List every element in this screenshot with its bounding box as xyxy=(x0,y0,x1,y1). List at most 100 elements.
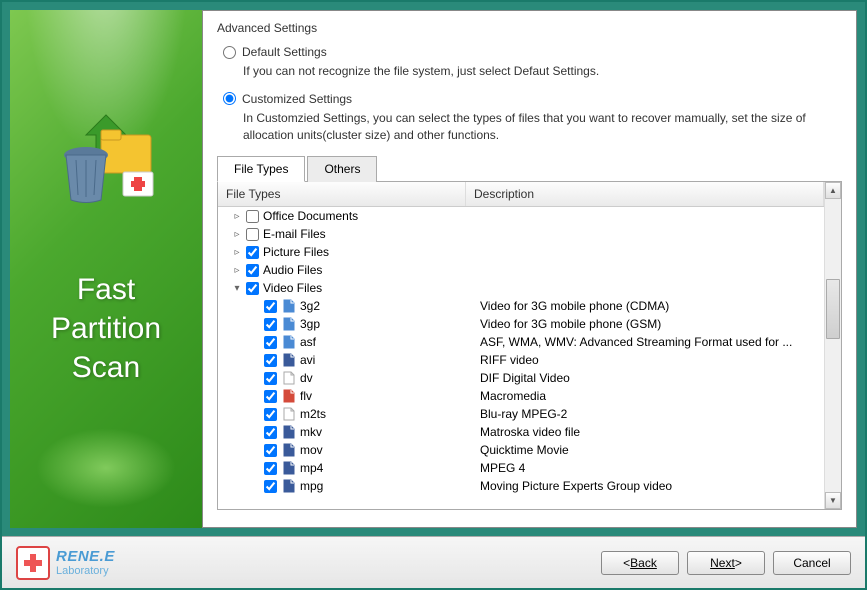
expander-icon[interactable]: ▹ xyxy=(232,229,242,240)
file-icon xyxy=(281,299,297,313)
file-desc: Moving Picture Experts Group video xyxy=(480,479,672,493)
tabs: File Types Others xyxy=(217,155,842,182)
file-ext: 3gp xyxy=(300,317,320,331)
category-checkbox[interactable] xyxy=(246,246,259,259)
file-ext: 3g2 xyxy=(300,299,320,313)
col-header-desc[interactable]: Description xyxy=(466,182,824,206)
file-icon xyxy=(281,461,297,475)
file-type-checkbox[interactable] xyxy=(264,408,277,421)
file-type-checkbox[interactable] xyxy=(264,462,277,475)
file-type-row[interactable]: 3gpVideo for 3G mobile phone (GSM) xyxy=(218,315,824,333)
file-type-checkbox[interactable] xyxy=(264,426,277,439)
sidebar-title: Fast Partition Scan xyxy=(10,270,202,387)
customized-settings-radio[interactable] xyxy=(223,92,236,105)
category-checkbox[interactable] xyxy=(246,228,259,241)
medical-kit-icon xyxy=(123,172,153,196)
file-type-row[interactable]: mp4MPEG 4 xyxy=(218,459,824,477)
content-panel: Advanced Settings Default Settings If yo… xyxy=(202,10,857,528)
category-checkbox[interactable] xyxy=(246,210,259,223)
default-settings-label: Default Settings xyxy=(242,45,327,59)
file-icon xyxy=(281,371,297,385)
category-row[interactable]: ▹E-mail Files xyxy=(218,225,824,243)
category-checkbox[interactable] xyxy=(246,282,259,295)
sidebar-title-line2: Partition xyxy=(10,309,202,348)
file-icon xyxy=(281,317,297,331)
file-desc: Blu-ray MPEG-2 xyxy=(480,407,567,421)
file-type-checkbox[interactable] xyxy=(264,300,277,313)
file-type-row[interactable]: flvMacromedia xyxy=(218,387,824,405)
next-button[interactable]: Next> xyxy=(687,551,765,575)
tab-file-types[interactable]: File Types xyxy=(217,156,305,182)
category-row[interactable]: ▹ Picture Files xyxy=(218,243,824,261)
default-settings-radio[interactable] xyxy=(223,46,236,59)
file-type-row[interactable]: dv DIF Digital Video xyxy=(218,369,824,387)
back-button[interactable]: <Back xyxy=(601,551,679,575)
category-name: Audio Files xyxy=(263,263,322,277)
scroll-thumb[interactable] xyxy=(826,279,840,339)
default-settings-radio-row[interactable]: Default Settings xyxy=(223,45,842,59)
category-row[interactable]: ▾ Video Files xyxy=(218,279,824,297)
tree-inner: File Types Description ▹ Office Documents… xyxy=(218,182,824,509)
tree-header: File Types Description xyxy=(218,182,824,207)
file-type-row[interactable]: mkv Matroska video file xyxy=(218,423,824,441)
expander-icon[interactable]: ▾ xyxy=(232,283,242,294)
sidebar: Fast Partition Scan xyxy=(10,10,202,528)
file-ext: mkv xyxy=(300,425,322,439)
file-desc: DIF Digital Video xyxy=(480,371,570,385)
trash-icon xyxy=(64,147,108,203)
section-title: Advanced Settings xyxy=(217,21,842,35)
file-icon xyxy=(281,353,297,367)
file-desc: Video for 3G mobile phone (CDMA) xyxy=(480,299,669,313)
file-type-checkbox[interactable] xyxy=(264,318,277,331)
file-type-row[interactable]: mpgMoving Picture Experts Group video xyxy=(218,477,824,495)
window: Fast Partition Scan Advanced Settings De… xyxy=(0,0,867,590)
file-ext: dv xyxy=(300,371,313,385)
file-icon xyxy=(281,479,297,493)
file-desc: RIFF video xyxy=(480,353,539,367)
category-row[interactable]: ▹ Audio Files xyxy=(218,261,824,279)
category-name: Picture Files xyxy=(263,245,329,259)
tree-wrap: File Types Description ▹ Office Documents… xyxy=(217,182,842,510)
file-desc: Matroska video file xyxy=(480,425,580,439)
category-name: Video Files xyxy=(263,281,322,295)
customized-settings-label: Customized Settings xyxy=(242,92,352,106)
file-type-row[interactable]: 3g2 Video for 3G mobile phone (CDMA) xyxy=(218,297,824,315)
file-desc: ASF, WMA, WMV: Advanced Streaming Format… xyxy=(480,335,792,349)
cancel-button[interactable]: Cancel xyxy=(773,551,851,575)
sidebar-title-line3: Scan xyxy=(10,348,202,387)
file-type-checkbox[interactable] xyxy=(264,390,277,403)
category-row[interactable]: ▹ Office Documents xyxy=(218,207,824,225)
file-type-row[interactable]: m2tsBlu-ray MPEG-2 xyxy=(218,405,824,423)
logo-icon xyxy=(16,546,50,580)
file-icon xyxy=(281,425,297,439)
expander-icon[interactable]: ▹ xyxy=(232,265,242,276)
scroll-up-button[interactable]: ▲ xyxy=(825,182,841,199)
file-icon xyxy=(281,443,297,457)
tab-others[interactable]: Others xyxy=(307,156,377,182)
sidebar-title-line1: Fast xyxy=(10,270,202,309)
scrollbar[interactable]: ▲ ▼ xyxy=(824,182,841,509)
customized-settings-radio-row[interactable]: Customized Settings xyxy=(223,92,842,106)
expander-icon[interactable]: ▹ xyxy=(232,211,242,222)
category-checkbox[interactable] xyxy=(246,264,259,277)
file-type-checkbox[interactable] xyxy=(264,480,277,493)
file-type-row[interactable]: movQuicktime Movie xyxy=(218,441,824,459)
file-type-row[interactable]: aviRIFF video xyxy=(218,351,824,369)
file-type-checkbox[interactable] xyxy=(264,444,277,457)
file-icon xyxy=(281,407,297,421)
file-type-checkbox[interactable] xyxy=(264,336,277,349)
expander-icon[interactable]: ▹ xyxy=(232,247,242,258)
file-type-checkbox[interactable] xyxy=(264,372,277,385)
footer-buttons: <Back Next> Cancel xyxy=(601,551,851,575)
scroll-track[interactable] xyxy=(825,199,841,492)
logo-area: RENE.E Laboratory xyxy=(16,546,115,580)
default-settings-desc: If you can not recognize the file system… xyxy=(243,63,842,80)
col-header-name[interactable]: File Types xyxy=(218,182,466,206)
category-name: Office Documents xyxy=(263,209,358,223)
file-type-row[interactable]: asfASF, WMA, WMV: Advanced Streaming For… xyxy=(218,333,824,351)
tree-body: ▹Office Documents▹E-mail Files▹Picture F… xyxy=(218,207,824,503)
scroll-down-button[interactable]: ▼ xyxy=(825,492,841,509)
logo-brand: RENE.E xyxy=(56,548,115,565)
file-type-checkbox[interactable] xyxy=(264,354,277,367)
file-desc: MPEG 4 xyxy=(480,461,525,475)
